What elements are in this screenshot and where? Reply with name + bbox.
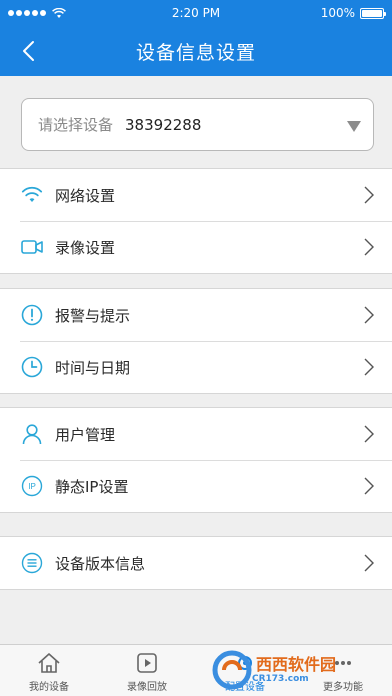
back-button[interactable] bbox=[14, 37, 42, 65]
clock-icon bbox=[21, 356, 43, 378]
user-icon bbox=[21, 423, 43, 445]
chevron-right-icon bbox=[364, 358, 374, 376]
page-title: 设备信息设置 bbox=[135, 41, 256, 64]
list-icon bbox=[21, 552, 43, 574]
settings-group-version: 设备版本信息 bbox=[0, 536, 392, 590]
settings-group-users: 用户管理 IP 静态IP设置 bbox=[0, 407, 392, 513]
chevron-right-icon bbox=[364, 425, 374, 443]
device-select[interactable]: 请选择设备 38392288 bbox=[21, 98, 374, 151]
menu-item-label: 录像设置 bbox=[55, 238, 116, 257]
home-icon bbox=[37, 651, 61, 675]
settings-group-network: 网络设置 录像设置 bbox=[0, 168, 392, 274]
chevron-right-icon bbox=[364, 186, 374, 204]
alert-icon bbox=[21, 304, 43, 326]
battery-level bbox=[362, 9, 382, 17]
device-select-label: 请选择设备 bbox=[38, 116, 114, 134]
play-icon bbox=[135, 651, 159, 675]
tab-my-devices[interactable]: 我的设备 bbox=[0, 645, 98, 696]
battery-icon bbox=[360, 7, 386, 19]
watermark-logo-icon bbox=[212, 650, 252, 690]
chevron-right-icon bbox=[364, 554, 374, 572]
watermark-text: 西西软件园 bbox=[256, 655, 337, 675]
dropdown-arrow-icon bbox=[347, 121, 361, 132]
chevron-right-icon bbox=[364, 477, 374, 495]
menu-item-network-settings[interactable]: 网络设置 bbox=[0, 169, 392, 221]
menu-item-static-ip[interactable]: IP 静态IP设置 bbox=[0, 460, 392, 512]
menu-item-recording-settings[interactable]: 录像设置 bbox=[0, 221, 392, 273]
tab-label: 我的设备 bbox=[29, 682, 69, 693]
menu-item-time-date[interactable]: 时间与日期 bbox=[0, 341, 392, 393]
menu-item-label: 用户管理 bbox=[55, 425, 116, 444]
menu-item-user-management[interactable]: 用户管理 bbox=[0, 408, 392, 460]
watermark-sub: CR173.com bbox=[252, 673, 309, 684]
wifi-status-icon bbox=[52, 7, 66, 18]
svg-text:IP: IP bbox=[28, 482, 36, 491]
nav-bar: 设备信息设置 bbox=[0, 26, 392, 76]
battery-percent: 100% bbox=[320, 6, 355, 20]
signal-strength-icon bbox=[8, 10, 46, 16]
chevron-right-icon bbox=[364, 306, 374, 324]
status-bar: 2:20 PM 100% bbox=[0, 0, 392, 26]
menu-item-label: 时间与日期 bbox=[55, 358, 131, 377]
wifi-icon bbox=[21, 184, 43, 206]
tab-playback[interactable]: 录像回放 bbox=[98, 645, 196, 696]
battery-area: 100% bbox=[320, 6, 386, 20]
menu-item-device-version[interactable]: 设备版本信息 bbox=[0, 537, 392, 589]
device-selector-section: 请选择设备 38392288 bbox=[0, 76, 392, 168]
settings-group-alerts: 报警与提示 时间与日期 bbox=[0, 288, 392, 394]
ip-icon: IP bbox=[21, 475, 43, 497]
tab-label: 录像回放 bbox=[127, 682, 167, 693]
menu-item-label: 静态IP设置 bbox=[55, 477, 129, 496]
signal-area bbox=[8, 7, 66, 19]
menu-item-label: 设备版本信息 bbox=[55, 554, 146, 573]
menu-item-label: 网络设置 bbox=[55, 186, 116, 205]
chevron-left-icon bbox=[23, 41, 34, 61]
menu-item-label: 报警与提示 bbox=[55, 306, 131, 325]
menu-item-alarm-alerts[interactable]: 报警与提示 bbox=[0, 289, 392, 341]
chevron-right-icon bbox=[364, 238, 374, 256]
video-camera-icon bbox=[21, 236, 43, 258]
device-select-value: 38392288 bbox=[125, 115, 202, 134]
watermark: 西西软件园 CR173.com bbox=[212, 646, 388, 694]
